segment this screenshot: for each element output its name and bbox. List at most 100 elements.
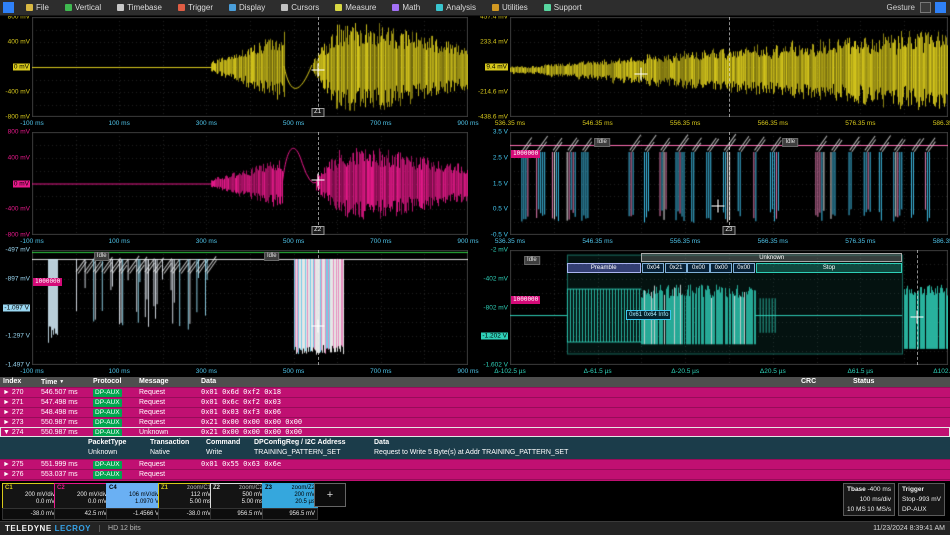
packet-index: ► 276 (0, 470, 38, 479)
column-header-data[interactable]: Data (198, 377, 798, 387)
packet-row-276[interactable]: ► 276553.037 msDP-AUXRequest (0, 469, 950, 479)
y-axis-label: 9.4 mV (485, 64, 508, 71)
vertical-scale: 500 mV (213, 492, 263, 499)
timebase-descriptor[interactable]: Tbase-400 ms 100 ms/div 10 MS10 MS/s (843, 483, 895, 516)
trace-id: C4 (109, 485, 117, 492)
decode-frame-byte: 0x04 (642, 263, 664, 273)
descriptor-C4[interactable]: C4106 mV/div1.0970 V (106, 483, 162, 509)
decode-frame-byte: 0x21 (665, 263, 687, 273)
decode-frame-stop: Stop (756, 263, 902, 273)
y-axis-label: 0.5 V (493, 206, 508, 213)
cursor-crosshair[interactable] (712, 200, 725, 213)
packet-crc (798, 408, 850, 417)
resolution-label: HD 12 bits (99, 525, 141, 532)
descriptor-Z2[interactable]: Z2zoom/C2500 mV5.00 ms (210, 483, 266, 509)
menu-label: Timebase (127, 3, 162, 12)
cursor-crosshair[interactable] (311, 319, 324, 332)
descriptor-C1[interactable]: C1200 mV/div0.0 mV (2, 483, 58, 509)
waveform-C1[interactable] (32, 17, 468, 117)
vertical-menu-icon (65, 4, 72, 11)
column-header-time[interactable]: Time▼ (38, 377, 90, 387)
menu-support[interactable]: Support (536, 0, 590, 15)
waveform-C2[interactable] (32, 132, 468, 235)
zoom-region-line[interactable] (729, 17, 730, 117)
packet-status (850, 408, 950, 417)
cursor-crosshair[interactable] (311, 64, 324, 77)
packet-data: 0x21 0x00 0x00 0x00 0x00 (198, 418, 798, 427)
menu-utilities[interactable]: Utilities (484, 0, 536, 15)
trigger-label: Trigger (902, 485, 924, 495)
packet-row-277[interactable]: ► 277553.166 msDP-AUXReply0x00 0x00 0x00… (0, 479, 950, 481)
column-header-status[interactable]: Status (850, 377, 950, 387)
descriptor-Z1[interactable]: Z1zoom/C1112 mV5.00 ms (158, 483, 214, 509)
menu-measure[interactable]: Measure (327, 0, 384, 15)
touch-mode-icon[interactable] (920, 2, 931, 13)
menu-analysis[interactable]: Analysis (428, 0, 484, 15)
packet-row-275[interactable]: ► 275551.999 msDP-AUXRequest0x01 0x55 0x… (0, 459, 950, 469)
trace-source: zoom/C2 (239, 485, 263, 492)
column-header-protocol[interactable]: Protocol (90, 377, 136, 387)
protocol-chip: DP-AUX (93, 471, 122, 479)
menu-display[interactable]: Display (221, 0, 273, 15)
packet-status (850, 470, 950, 479)
column-header-crc[interactable]: CRC (798, 377, 850, 387)
zoom-region-line[interactable] (917, 250, 918, 365)
cursor-crosshair[interactable] (911, 310, 924, 323)
packet-row-271[interactable]: ► 271547.498 msDP-AUXRequest0x01 0x6c 0x… (0, 397, 950, 407)
menu-label: Math (402, 3, 420, 12)
descriptor-Z3[interactable]: Z3zoom/Z2200 mV20.5 µs (262, 483, 318, 509)
menu-vertical[interactable]: Vertical (57, 0, 109, 15)
column-header-message[interactable]: Message (136, 377, 198, 387)
packet-crc (798, 398, 850, 407)
menu-trigger[interactable]: Trigger (170, 0, 221, 15)
timebase-scale: 100 ms/div (860, 495, 891, 505)
packet-row-273[interactable]: ► 273550.987 msDP-AUXRequest0x21 0x00 0x… (0, 417, 950, 427)
app-icon[interactable] (3, 2, 14, 13)
packet-row-270[interactable]: ► 270546.507 msDP-AUXRequest0x01 0x6d 0x… (0, 387, 950, 397)
offset-or-hscale: 0.0 mV (5, 499, 55, 506)
menu-cursors[interactable]: Cursors (273, 0, 327, 15)
gesture-label[interactable]: Gesture (887, 3, 920, 12)
zoom-flag-Z1[interactable]: Z1 (311, 108, 324, 117)
y-axis-label: 0 mV (13, 64, 30, 71)
trace-source: zoom/C1 (187, 485, 211, 492)
decode-frame-header: Unknown (641, 253, 902, 262)
zoom-flag-Z3[interactable]: Z3 (722, 226, 735, 235)
packet-row-272[interactable]: ► 272548.498 msDP-AUXRequest0x01 0x03 0x… (0, 407, 950, 417)
detail-header: Data (374, 438, 950, 448)
zoom-region-line[interactable] (729, 132, 730, 235)
datetime-label: 11/23/2024 8:39:41 AM (873, 525, 945, 532)
timebase-menu-icon (117, 4, 124, 11)
descriptor-C2[interactable]: C2200 mV/div0.0 mV (54, 483, 110, 509)
packet-data (198, 470, 798, 479)
y-axis-label: -400 mV (5, 206, 30, 213)
packet-index: ► 270 (0, 388, 38, 397)
menu-math[interactable]: Math (384, 0, 428, 15)
menu-file[interactable]: File (18, 0, 57, 15)
detail-header: Transaction (150, 438, 206, 448)
y-axis-label: -2 mV (491, 247, 508, 254)
waveform-C4[interactable] (32, 250, 468, 365)
packet-data: 0x01 0x03 0xf3 0x06 (198, 408, 798, 417)
add-trace-button[interactable]: + (314, 483, 346, 507)
packet-data: 0x01 0x6c 0xf2 0x03 (198, 398, 798, 407)
measure-value-Z2: 956.5 mV (210, 508, 266, 520)
packet-detail: PacketTypeTransactionCommandDPConfigReg … (0, 437, 950, 459)
display-layout-icon[interactable] (935, 2, 946, 13)
x-axis-label: 566.35 ms (758, 238, 788, 245)
packet-status (850, 398, 950, 407)
column-header-index[interactable]: Index (0, 377, 38, 387)
x-axis-label: Δ-61.5 µs (584, 368, 612, 375)
cursor-crosshair[interactable] (311, 174, 324, 187)
packet-row-274[interactable]: ▼ 274550.987 msDP-AUXUnknown0x21 0x00 0x… (0, 427, 950, 437)
x-axis-label: 546.35 ms (582, 238, 612, 245)
offset-or-hscale: 5.00 ms (161, 499, 211, 506)
zoom-flag-Z2[interactable]: Z2 (311, 226, 324, 235)
zoom-region-line[interactable] (318, 250, 319, 365)
sort-icon: ▼ (59, 379, 64, 385)
menu-timebase[interactable]: Timebase (109, 0, 170, 15)
trigger-descriptor[interactable]: Trigger Stop-993 mV DP-AUX (898, 483, 945, 516)
menu-label: Measure (345, 3, 376, 12)
cursor-crosshair[interactable] (635, 68, 648, 81)
packet-time: 553.037 ms (38, 470, 90, 479)
